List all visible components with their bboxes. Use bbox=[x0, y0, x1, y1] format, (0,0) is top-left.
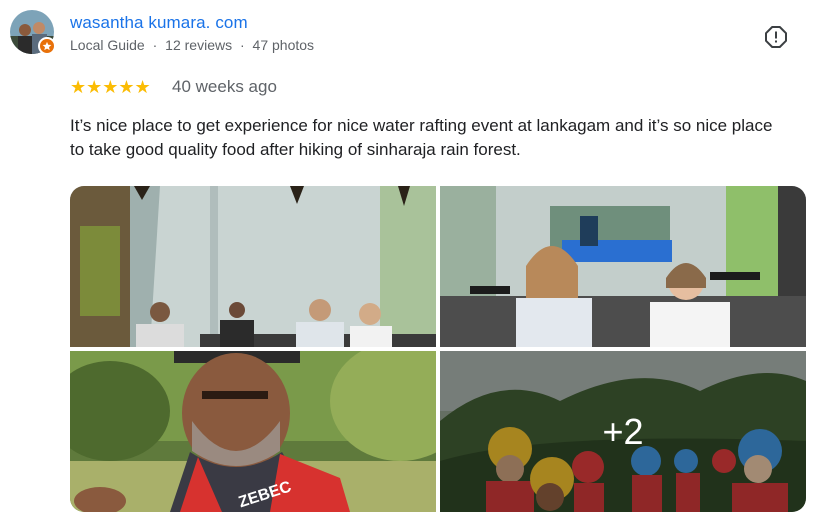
review-text: It’s nice place to get experience for ni… bbox=[70, 116, 773, 159]
review-card: wasantha kumara. com Local Guide · 12 re… bbox=[0, 0, 832, 526]
star-rating: ★★★★★ bbox=[70, 77, 151, 97]
photo-restaurant-group bbox=[70, 186, 436, 347]
reviewer-avatar[interactable] bbox=[10, 10, 56, 55]
local-guide-label: Local Guide bbox=[70, 37, 145, 53]
review-time: 40 weeks ago bbox=[172, 77, 277, 96]
photo-man-in-life-jacket: ZEBEC bbox=[70, 351, 436, 512]
photo-restaurant-two-women bbox=[440, 186, 806, 347]
report-button[interactable] bbox=[762, 23, 790, 51]
report-flag-icon bbox=[765, 26, 787, 48]
review-photo[interactable]: ZEBEC bbox=[70, 351, 436, 512]
photo-grid: ZEBEC +2 bbox=[70, 186, 806, 512]
reviewer-name[interactable]: wasantha kumara. com bbox=[70, 13, 248, 33]
more-photos-tile[interactable]: +2 bbox=[440, 351, 806, 512]
review-count: 12 reviews bbox=[165, 37, 233, 53]
review-photo[interactable] bbox=[70, 186, 436, 347]
meta-separator: · bbox=[239, 37, 245, 53]
reviewer-meta: Local Guide · 12 reviews · 47 photos bbox=[70, 37, 314, 53]
meta-separator: · bbox=[152, 37, 158, 53]
more-photos-count: +2 bbox=[602, 411, 644, 452]
local-guide-star-icon bbox=[38, 37, 56, 55]
stars-icon: ★★★★★ bbox=[70, 77, 151, 97]
review-photo[interactable] bbox=[440, 186, 806, 347]
photo-count: 47 photos bbox=[252, 37, 315, 53]
